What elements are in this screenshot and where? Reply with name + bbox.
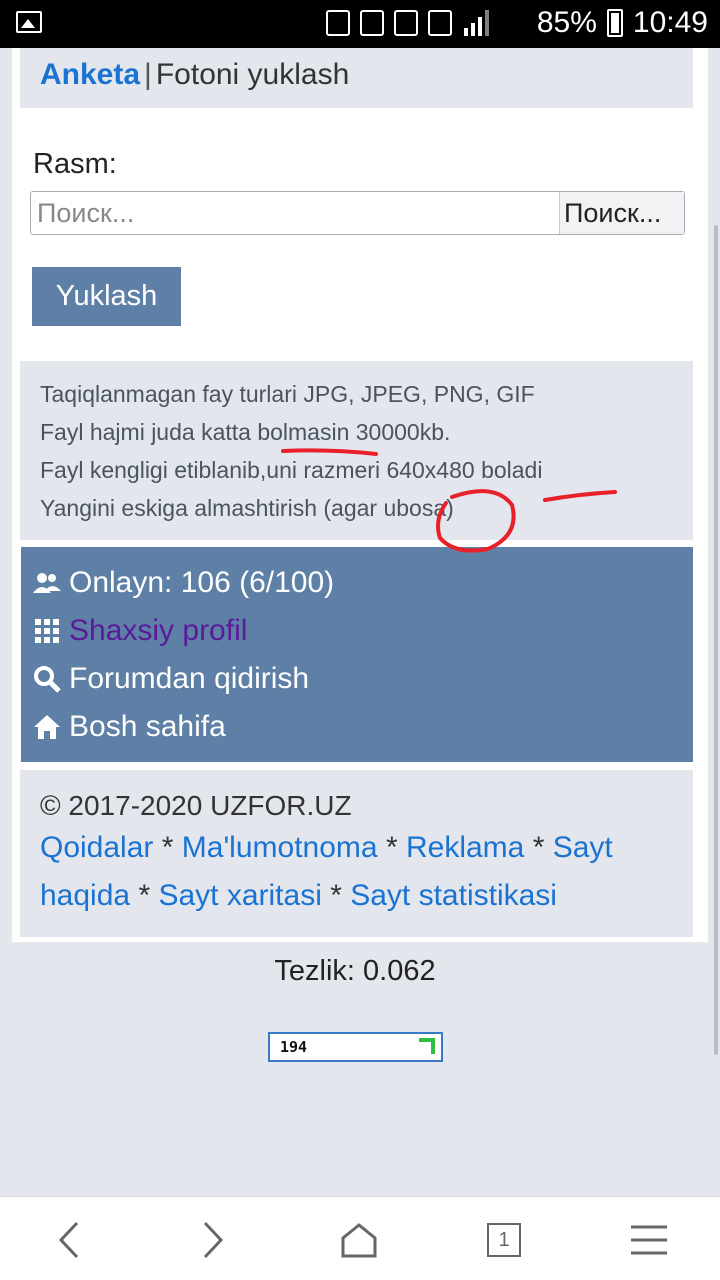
recycle-icon — [326, 10, 350, 36]
mute-icon — [360, 10, 384, 36]
hamburger-icon — [631, 1225, 667, 1255]
page-header: Anketa | Fotoni yuklash — [20, 48, 693, 108]
page-title: Fotoni yuklash — [155, 58, 350, 91]
rasm-label: Rasm: — [33, 148, 117, 180]
anketa-link[interactable]: Anketa — [40, 58, 140, 91]
upload-button[interactable]: Yuklash — [32, 267, 181, 326]
speed-label: Tezlik: 0.062 — [274, 955, 436, 987]
browser-nav-bar: 1 — [0, 1196, 720, 1280]
visit-counter[interactable]: 194 — [268, 1032, 443, 1062]
rule-line: Fayl kengligi etiblanib,uni razmeri 640x… — [40, 457, 543, 483]
online-count[interactable]: Onlayn: 106 (6/100) — [33, 559, 681, 607]
online-label: Onlayn: 106 (6/100) — [69, 566, 335, 599]
forward-button[interactable] — [188, 1215, 238, 1265]
home-nav-button[interactable] — [334, 1215, 384, 1265]
copyright: © 2017-2020 UZFOR.UZ — [40, 790, 352, 821]
status-bar: 85% 10:49 — [0, 0, 720, 48]
footer-link[interactable]: Reklama — [406, 831, 524, 864]
status-icons — [326, 10, 492, 36]
battery-icon — [606, 9, 623, 37]
profile-label: Shaxsiy profil — [69, 614, 248, 647]
tabs-button[interactable]: 1 — [479, 1215, 529, 1265]
footer-separator: * — [532, 831, 545, 864]
grid-icon — [33, 617, 61, 645]
page-content: Anketa | Fotoni yuklash Rasm: Поиск... Пои… — [12, 48, 708, 942]
footer-link[interactable]: Qoidalar — [40, 831, 153, 864]
file-input-placeholder[interactable]: Поиск... — [31, 192, 560, 234]
footer-separator: * — [330, 879, 342, 912]
menu-button[interactable] — [624, 1215, 674, 1265]
image-notification-icon — [16, 11, 42, 33]
footer: © 2017-2020 UZFOR.UZ Qoidalar * Ma'lumot… — [20, 770, 693, 937]
footer-separator: * — [161, 831, 174, 864]
footer-link[interactable]: Sayt xaritasi — [158, 879, 321, 912]
users-icon — [33, 569, 61, 597]
tabs-count: 1 — [498, 1228, 510, 1251]
sim-signal-icon — [428, 10, 452, 36]
house-icon — [341, 1223, 377, 1258]
search-label: Forumdan qidirish — [69, 662, 310, 695]
footer-separator: * — [385, 831, 398, 864]
profile-link[interactable]: Shaxsiy profil — [33, 607, 681, 655]
search-link[interactable]: Forumdan qidirish — [33, 655, 681, 703]
chevron-right-icon — [203, 1221, 224, 1259]
rule-line: Yangini eskiga almashtirish (agar ubosa) — [40, 495, 454, 521]
home-label: Bosh sahifa — [69, 710, 226, 743]
browse-button[interactable]: Поиск... — [560, 192, 684, 234]
counter-value: 194 — [280, 1038, 308, 1056]
footer-link[interactable]: Sayt statistikasi — [350, 879, 557, 912]
upload-rules: Taqiqlanmagan fay turlari JPG, JPEG, PNG… — [20, 361, 693, 540]
counter-logo-icon — [419, 1038, 435, 1054]
signal-icon — [462, 10, 492, 36]
page-scrollbar[interactable] — [714, 225, 718, 1055]
nfc-icon — [394, 10, 418, 36]
rule-line: Fayl hajmi juda katta bolmasin 30000kb. — [40, 419, 451, 445]
footer-link[interactable]: Ma'lumotnoma — [182, 831, 378, 864]
file-input[interactable]: Поиск... Поиск... — [30, 191, 685, 235]
back-button[interactable] — [44, 1215, 94, 1265]
forum-menu: Onlayn: 106 (6/100) Shaxsiy profil Forum… — [21, 547, 693, 762]
footer-links: Qoidalar * Ma'lumotnoma * Reklama * Sayt… — [40, 824, 673, 920]
rule-line: Taqiqlanmagan fay turlari JPG, JPEG, PNG… — [40, 381, 535, 407]
clock: 10:49 — [632, 6, 708, 39]
footer-separator: * — [138, 879, 151, 912]
home-link[interactable]: Bosh sahifa — [33, 703, 681, 751]
battery-level: 85% — [536, 6, 597, 39]
search-icon — [33, 665, 61, 693]
home-icon — [33, 713, 61, 741]
tabs-icon: 1 — [487, 1223, 521, 1257]
chevron-left-icon — [58, 1221, 79, 1259]
header-separator: | — [144, 58, 152, 91]
